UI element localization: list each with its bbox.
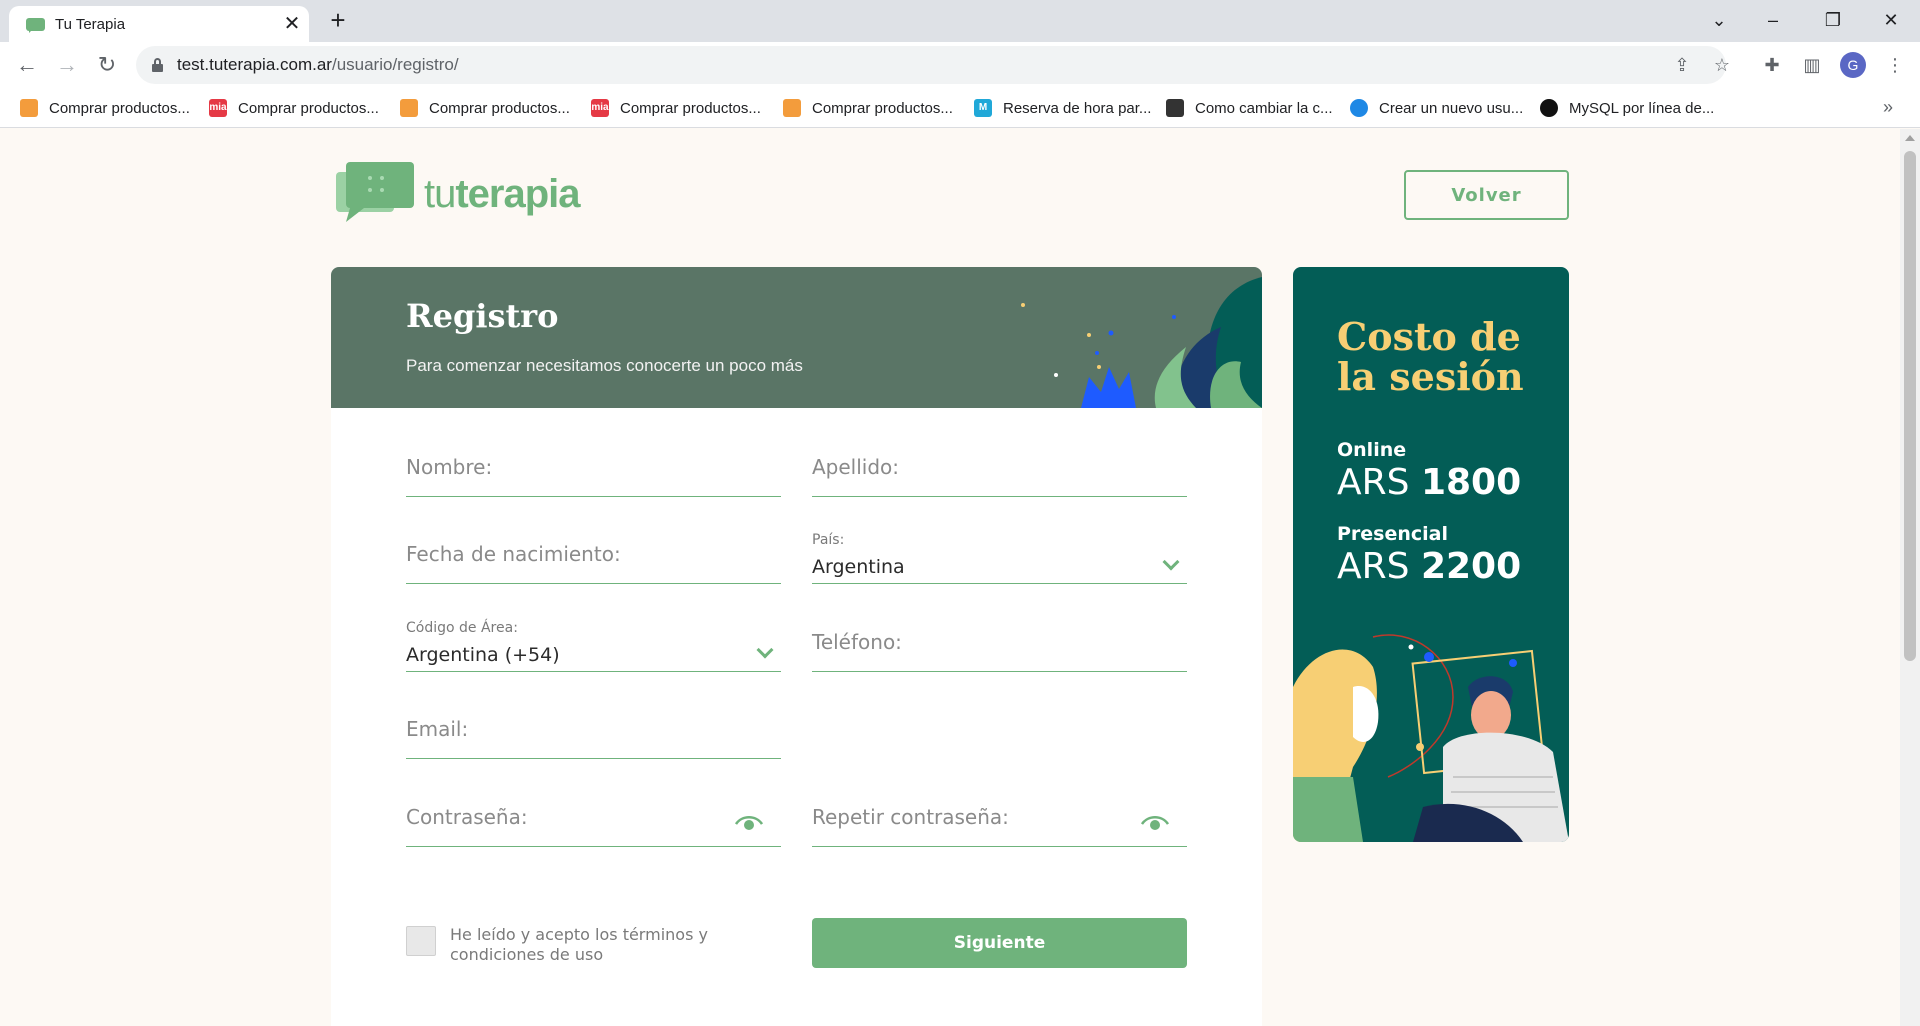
telefono-field[interactable]: Teléfono: xyxy=(812,614,1187,672)
tab-close-icon[interactable]: ✕ xyxy=(281,13,303,35)
terms-label: He leído y acepto los términos y condici… xyxy=(450,925,708,964)
eye-icon[interactable] xyxy=(1141,815,1169,831)
support-icon xyxy=(1350,99,1368,117)
online-price: ARS 1800 xyxy=(1337,462,1522,503)
bookmark-item[interactable]: Comprar productos... xyxy=(20,97,190,119)
browser-tab-strip: Tu Terapia ✕ + ⌄ – ❐ ✕ xyxy=(0,0,1920,42)
session-cost-panel: Costo de la sesión Online ARS 1800 Prese… xyxy=(1293,267,1569,842)
tuterapia-logo[interactable]: tuterapia xyxy=(336,162,586,224)
back-button[interactable]: Volver xyxy=(1404,170,1569,220)
pais-value: Argentina xyxy=(812,556,905,578)
fecha-placeholder: Fecha de nacimiento: xyxy=(406,542,621,566)
nombre-placeholder: Nombre: xyxy=(406,455,493,479)
new-tab-button[interactable]: + xyxy=(324,6,352,34)
back-arrow-icon[interactable]: ← xyxy=(12,50,42,80)
extensions-puzzle-icon[interactable]: ✚ xyxy=(1757,50,1787,80)
chat-bubbles-icon xyxy=(336,162,414,222)
profile-avatar[interactable]: G xyxy=(1840,52,1866,78)
linux-penguin-icon xyxy=(1166,99,1184,117)
close-window-icon[interactable]: ✕ xyxy=(1868,0,1914,40)
pais-select[interactable]: País: Argentina xyxy=(812,526,1187,584)
codigo-area-select[interactable]: Código de Área: Argentina (+54) xyxy=(406,614,781,672)
email-placeholder: Email: xyxy=(406,717,469,741)
chevron-down-icon xyxy=(1162,553,1180,571)
siguiente-button[interactable]: Siguiente xyxy=(812,918,1187,968)
bookmark-item[interactable]: Comprar productos... xyxy=(783,97,953,119)
therapy-session-illustration xyxy=(1293,634,1569,842)
tab-search-icon[interactable]: ⌄ xyxy=(1696,0,1742,40)
codigo-label: Código de Área: xyxy=(406,620,518,636)
presencial-price: ARS 2200 xyxy=(1337,546,1522,587)
m-logo-icon: M xyxy=(974,99,992,117)
scroll-up-arrow-icon[interactable] xyxy=(1905,135,1915,141)
codigo-value: Argentina (+54) xyxy=(406,644,560,666)
apellido-field[interactable]: Apellido: xyxy=(812,439,1187,497)
chevron-down-icon xyxy=(756,641,774,659)
browser-tab[interactable]: Tu Terapia ✕ xyxy=(9,6,309,42)
repeat-password-field[interactable]: Repetir contraseña: xyxy=(812,789,1187,847)
bookmark-item[interactable]: Crear un nuevo usu... xyxy=(1350,97,1523,119)
bookmark-item[interactable]: M Reserva de hora par... xyxy=(974,97,1151,119)
share-icon[interactable]: ⇪ xyxy=(1671,54,1693,76)
cart-icon xyxy=(783,99,801,117)
mia-logo-icon: mia xyxy=(591,99,609,117)
terms-checkbox[interactable] xyxy=(406,926,436,956)
address-bar[interactable]: test.tuterapia.com.ar/usuario/registro/ … xyxy=(136,46,1730,84)
more-menu-icon[interactable]: ⋮ xyxy=(1880,50,1910,80)
page-scrollbar[interactable] xyxy=(1900,129,1920,1026)
registration-header: Registro Para comenzar necesitamos conoc… xyxy=(331,267,1262,408)
cart-icon xyxy=(400,99,418,117)
pais-label: País: xyxy=(812,532,845,548)
bookmark-item[interactable]: mia Comprar productos... xyxy=(591,97,761,119)
repeat-password-placeholder: Repetir contraseña: xyxy=(812,805,1009,829)
minimize-window-icon[interactable]: – xyxy=(1750,0,1796,40)
bookmark-star-icon[interactable]: ☆ xyxy=(1711,54,1733,76)
tab-title: Tu Terapia xyxy=(55,16,126,33)
bookmark-item[interactable]: MySQL por línea de... xyxy=(1540,97,1714,119)
password-field[interactable]: Contraseña: xyxy=(406,789,781,847)
decorative-plants-illustration xyxy=(1021,277,1262,408)
bookmarks-bar: Comprar productos... mia Comprar producto… xyxy=(0,88,1920,128)
lock-icon xyxy=(152,58,163,72)
bookmarks-overflow-icon[interactable]: » xyxy=(1883,97,1893,118)
logo-wordmark: tuterapia xyxy=(424,172,581,216)
email-field[interactable]: Email: xyxy=(406,701,781,759)
session-cost-title: Costo de la sesión xyxy=(1337,314,1524,399)
nombre-field[interactable]: Nombre: xyxy=(406,439,781,497)
restore-window-icon[interactable]: ❐ xyxy=(1810,0,1856,40)
presencial-label: Presencial xyxy=(1337,523,1449,545)
mia-logo-icon: mia xyxy=(209,99,227,117)
forward-arrow-icon[interactable]: → xyxy=(52,50,82,80)
page-content: tuterapia Volver Registro Para comenzar … xyxy=(0,129,1920,1026)
telefono-placeholder: Teléfono: xyxy=(812,630,902,654)
side-panel-icon[interactable]: ▥ xyxy=(1797,50,1827,80)
browser-toolbar: ← → ↻ test.tuterapia.com.ar/usuario/regi… xyxy=(0,42,1920,88)
eye-icon[interactable] xyxy=(735,815,763,831)
page-subtitle: Para comenzar necesitamos conocerte un p… xyxy=(406,356,803,375)
mysql-link-icon xyxy=(1540,99,1558,117)
reload-icon[interactable]: ↻ xyxy=(92,50,122,80)
scrollbar-thumb[interactable] xyxy=(1904,151,1916,661)
registration-card: Registro Para comenzar necesitamos conoc… xyxy=(331,267,1262,1026)
online-label: Online xyxy=(1337,439,1407,461)
password-placeholder: Contraseña: xyxy=(406,805,528,829)
bookmark-item[interactable]: mia Comprar productos... xyxy=(209,97,379,119)
apellido-placeholder: Apellido: xyxy=(812,455,900,479)
tuterapia-favicon-icon xyxy=(26,18,45,33)
bookmark-item[interactable]: Comprar productos... xyxy=(400,97,570,119)
bookmark-item[interactable]: Como cambiar la c... xyxy=(1166,97,1333,119)
fecha-nacimiento-field[interactable]: Fecha de nacimiento: xyxy=(406,526,781,584)
page-title: Registro xyxy=(406,297,559,335)
url-text: test.tuterapia.com.ar/usuario/registro/ xyxy=(177,55,459,74)
cart-icon xyxy=(20,99,38,117)
